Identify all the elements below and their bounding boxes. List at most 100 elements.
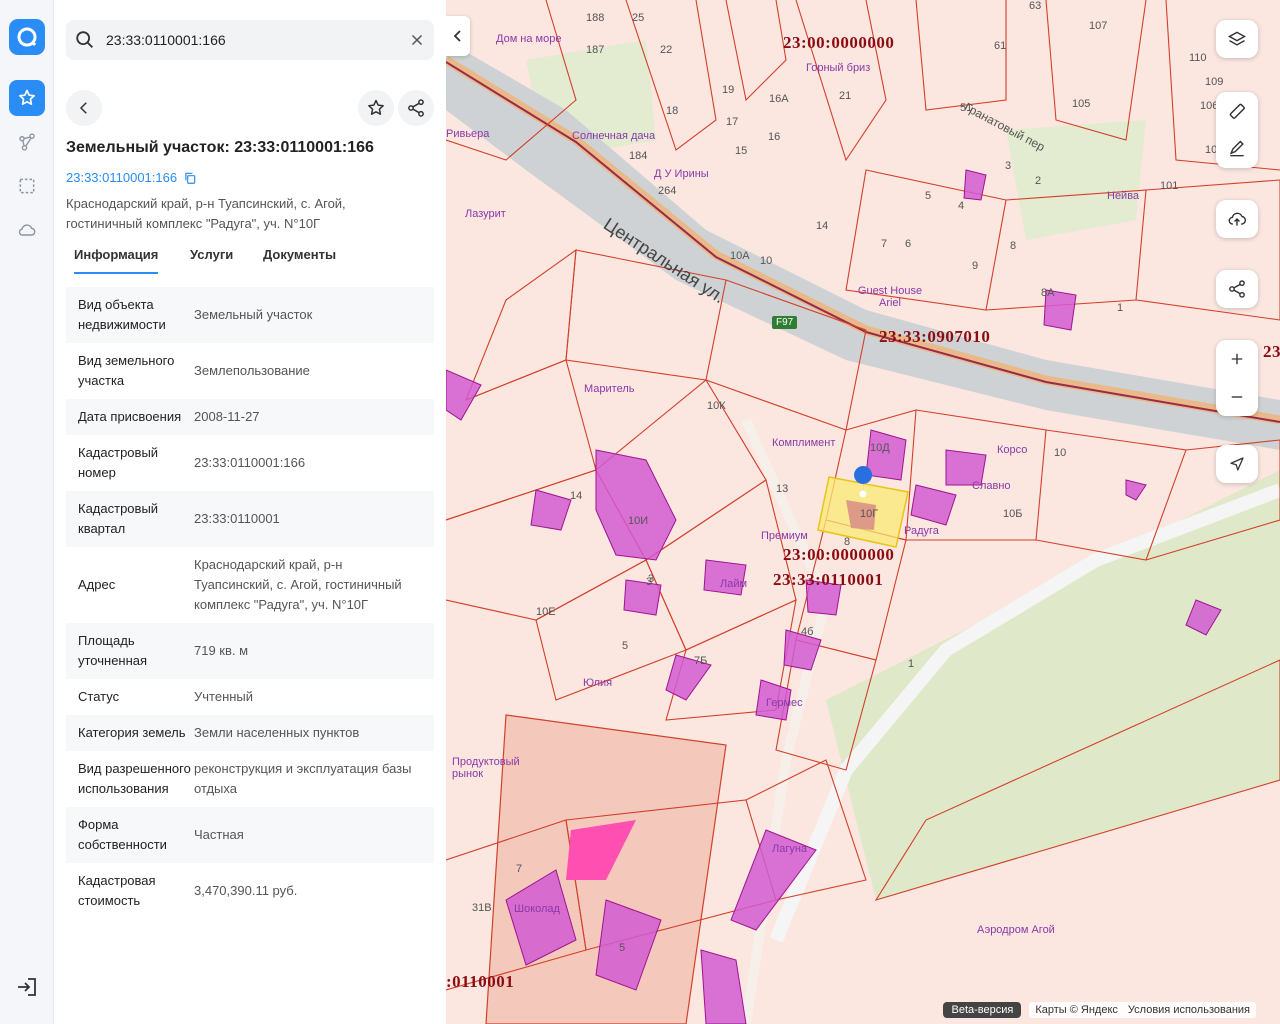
zoom-control [1216,340,1258,416]
poi-label[interactable]: Продуктовый рынок [452,756,532,780]
poi-label[interactable]: Ривьера [446,128,489,140]
page-title: Земельный участок: 23:33:0110001:166 [66,139,374,156]
tab-information[interactable]: Информация [74,247,159,274]
logo-icon [17,27,37,47]
row-value: 2008-11-27 [194,409,260,424]
poi-label[interactable]: Лазурит [465,208,506,220]
poi-label[interactable]: Комплимент [772,437,835,449]
chevron-left-icon [79,102,87,114]
navigation-arrow-icon [1230,457,1244,471]
poi-label[interactable]: Гермес [766,697,803,709]
cadastral-number-link[interactable]: 23:33:0110001:166 [66,170,197,185]
edit-button[interactable] [1216,130,1258,168]
house-number: 1 [1117,302,1124,314]
house-number: 10Д [870,442,890,454]
row-value: Земли населенных пунктов [194,725,360,740]
poi-label[interactable]: Д У Ирины [654,168,709,180]
poi-label[interactable]: Радуга [904,525,939,537]
info-row: Кадастровый квартал 23:33:0110001 [66,491,434,547]
info-panel: Земельный участок: 23:33:0110001:166 23:… [54,0,446,1024]
poi-label[interactable]: Солнечная дача [572,130,655,142]
cloud-nav-button[interactable] [9,212,45,248]
terms-link[interactable]: Условия использования [1128,1004,1250,1016]
share-button[interactable] [398,90,434,126]
house-number: 61 [994,40,1007,52]
house-number: 10Е [536,606,556,618]
info-row: Форма собственности Частная [66,807,434,863]
poi-label[interactable]: Маритель [584,383,634,395]
cadastral-map[interactable]: 23:00:0000000 23:33:0907010 23:00:000000… [446,0,1280,1024]
house-number: 31В [472,902,492,914]
house-number: 17 [726,116,739,128]
house-number: 110 [1189,52,1207,64]
tools-control [1216,92,1258,168]
poi-label[interactable]: Guest House Ariel [850,285,930,309]
clear-icon[interactable] [408,31,426,49]
poi-label[interactable]: Корсо [997,444,1027,456]
road-badge: F97 [772,316,798,329]
info-row: Статус Учтенный [66,679,434,715]
favorite-button[interactable] [358,90,394,126]
row-key: Адрес [78,577,116,592]
logout-icon [18,978,36,996]
row-key: Вид разрешенного использования [78,761,191,796]
poi-label[interactable]: Лайм [720,578,747,590]
share-map-button[interactable] [1216,270,1258,308]
poi-label[interactable]: Юлия [583,677,612,689]
house-number: 187 [586,44,605,56]
row-key: Кадастровый квартал [78,501,159,536]
house-number: 63 [1029,0,1042,12]
house-number: 15 [735,145,748,157]
poi-label[interactable]: Аэродром Агой [977,924,1055,936]
row-value: 23:33:0110001 [194,511,280,526]
house-number: 4 [958,200,965,212]
search-input[interactable] [106,20,396,60]
beta-badge: Beta-версия [943,1002,1022,1018]
poi-label[interactable]: Славно [972,480,1011,492]
zoom-out-button[interactable] [1216,378,1258,416]
copy-icon[interactable] [183,171,197,185]
row-key: Форма собственности [78,817,167,852]
tab-bar: Информация Услуги Документы [66,243,434,277]
poi-label[interactable]: Премиум [761,530,808,542]
poi-label[interactable]: Дом на море [496,33,561,45]
upload-button[interactable] [1216,200,1258,238]
house-number: 105 [1072,98,1091,110]
house-number: 8 [844,536,851,548]
edit-icon [1229,140,1244,157]
back-button[interactable] [66,90,102,126]
cloud-upload-icon [1228,212,1247,226]
collapse-panel-button[interactable] [446,16,470,56]
row-key: Вид объекта недвижимости [78,297,166,332]
tab-services[interactable]: Услуги [190,247,233,272]
share-icon [1229,280,1245,298]
row-value: Частная [194,827,244,842]
zoom-in-button[interactable] [1216,340,1258,378]
poi-label[interactable]: Лагуна [772,843,807,855]
star-icon [19,89,36,105]
tab-documents[interactable]: Документы [263,247,336,272]
poi-label[interactable]: Шоколад [514,903,560,915]
layers-button[interactable] [1216,20,1258,58]
route-nav-button[interactable] [9,124,45,160]
row-key: Площадь уточненная [78,633,148,668]
my-location-button[interactable] [1216,445,1258,483]
house-number: 8 [1010,240,1017,252]
house-number: 21 [839,90,852,102]
house-number: 10Б [1003,508,1023,520]
upload-control [1216,200,1258,238]
house-number: 184 [629,150,648,162]
row-key: Вид земельного участка [78,353,175,388]
layers-control [1216,20,1258,58]
favorites-nav-button[interactable] [9,80,45,116]
app-logo[interactable] [9,19,45,55]
ruler-button[interactable] [1216,92,1258,130]
select-area-nav-button[interactable] [9,168,45,204]
house-number: 9 [972,260,979,272]
poi-label[interactable]: Горный бриз [806,62,870,74]
house-number: 109 [1205,76,1224,88]
cadastral-number-text[interactable]: 23:33:0110001:166 [66,170,177,185]
house-number: 8А [1041,287,1055,299]
poi-label[interactable]: Нейва [1107,190,1139,202]
logout-button[interactable] [15,976,39,998]
